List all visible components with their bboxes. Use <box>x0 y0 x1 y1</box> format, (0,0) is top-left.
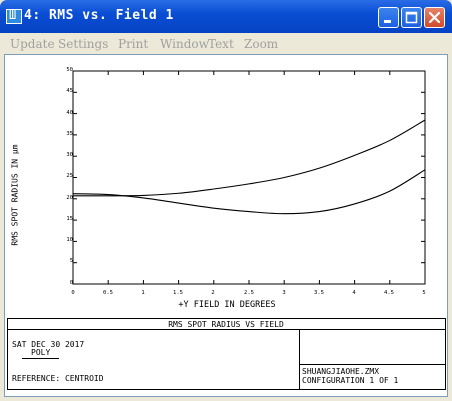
menu-window[interactable]: Window <box>160 37 209 51</box>
menu-text[interactable]: Text <box>208 37 234 51</box>
rms-chart <box>72 70 426 285</box>
caption-title: RMS SPOT RADIUS VS FIELD <box>168 320 284 329</box>
caption-file-divider <box>299 364 445 365</box>
window-title: 4: RMS vs. Field 1 <box>24 8 174 23</box>
caption-vertical-divider <box>299 329 300 390</box>
caption-label-underline <box>22 358 59 359</box>
close-icon <box>428 11 441 24</box>
series-line-1 <box>72 119 426 197</box>
caption-top-border <box>7 318 445 319</box>
close-button[interactable] <box>424 7 445 28</box>
caption-bottom-border <box>7 389 445 390</box>
title-bar[interactable]: Ш 4: RMS vs. Field 1 <box>0 0 452 33</box>
menu-bar: Update Settings Print Window Text Zoom <box>4 33 448 54</box>
menu-settings[interactable]: Settings <box>58 37 108 51</box>
plot-frame <box>72 70 426 285</box>
series-line-2 <box>72 169 426 215</box>
app-icon[interactable]: Ш <box>6 8 22 24</box>
caption-configuration: CONFIGURATION 1 OF 1 <box>302 376 399 385</box>
caption-title-divider <box>7 329 445 330</box>
minimize-button[interactable] <box>378 7 399 28</box>
menu-update[interactable]: Update <box>10 37 55 51</box>
plot-window: Ш 4: RMS vs. Field 1 Update Settings Pri… <box>0 0 452 401</box>
maximize-icon <box>405 11 418 24</box>
plot-area: 50 45 40 35 30 25 20 15 10 5 0 0 0.5 1 1… <box>4 54 448 397</box>
menu-print[interactable]: Print <box>118 37 148 51</box>
app-icon-glyph: Ш <box>9 8 17 22</box>
caption-right-border <box>445 318 446 390</box>
caption-reference: REFERENCE: CENTROID <box>12 374 104 383</box>
minimize-icon <box>384 20 391 23</box>
caption-filename: SHUANGJIAOHE.ZMX <box>302 367 380 376</box>
caption-label: POLY <box>31 348 51 357</box>
menu-zoom[interactable]: Zoom <box>244 37 278 51</box>
maximize-button[interactable] <box>401 7 422 28</box>
